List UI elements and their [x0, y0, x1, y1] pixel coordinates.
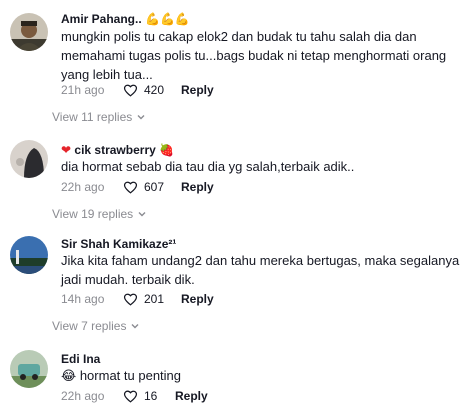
like-count: 420: [144, 83, 165, 97]
reply-button[interactable]: Reply: [181, 180, 214, 194]
reply-button[interactable]: Reply: [181, 292, 214, 306]
comment-time: 14h ago: [61, 292, 105, 306]
avatar-image: [10, 13, 48, 51]
avatar-image: [10, 236, 48, 274]
comment-text: Jika kita faham undang2 dan tahu mereka …: [61, 253, 460, 287]
comment-text: 😂 hormat tu penting: [61, 368, 182, 383]
chevron-down-icon: [137, 115, 145, 120]
like-count: 16: [144, 389, 158, 403]
view-replies-label: View 19 replies: [52, 207, 134, 221]
heart-icon: [123, 84, 138, 97]
reply-button[interactable]: Reply: [181, 83, 214, 97]
like-button[interactable]: 420: [123, 83, 181, 98]
comment-meta: 22h ago 16 Reply: [61, 387, 208, 405]
comment-time: 21h ago: [61, 83, 105, 97]
heart-icon: [123, 181, 138, 194]
view-replies-label: View 11 replies: [52, 110, 133, 124]
like-button[interactable]: 201: [123, 292, 181, 307]
comment-meta: 21h ago 420 Reply: [61, 81, 214, 99]
strawberry-emoji: 🍓: [159, 143, 175, 157]
comment-time: 22h ago: [61, 180, 105, 194]
comment-meta: 22h ago 607 Reply: [61, 178, 214, 196]
flexed-biceps-emoji: 💪💪💪: [145, 12, 190, 26]
avatar-image: [10, 350, 48, 388]
comment-username[interactable]: Sir Shah Kamikaze²¹: [61, 237, 176, 251]
comment-username[interactable]: Edi Ina: [61, 352, 100, 366]
view-replies-button[interactable]: View 19 replies: [52, 207, 147, 221]
comment-username[interactable]: ❤ cik strawberry 🍓: [61, 143, 174, 157]
red-heart-emoji: ❤: [61, 143, 72, 157]
comment-text: dia hormat sebab dia tau dia yg salah,te…: [61, 159, 355, 174]
avatar[interactable]: [10, 13, 48, 51]
reply-button[interactable]: Reply: [175, 389, 208, 403]
chevron-down-icon: [138, 212, 146, 217]
view-replies-label: View 7 replies: [52, 319, 127, 333]
like-count: 607: [144, 180, 165, 194]
like-button[interactable]: 607: [123, 180, 181, 195]
like-button[interactable]: 16: [123, 389, 175, 404]
view-replies-button[interactable]: View 7 replies: [52, 319, 140, 333]
view-replies-button[interactable]: View 11 replies: [52, 110, 146, 124]
comment-text: mungkin polis tu cakap elok2 dan budak t…: [61, 29, 447, 82]
heart-icon: [123, 293, 138, 306]
like-count: 201: [144, 292, 165, 306]
laughing-emoji: 😂: [61, 368, 77, 383]
avatar-image: [10, 140, 48, 178]
comment-username[interactable]: Amir Pahang.. 💪💪💪: [61, 12, 190, 26]
avatar[interactable]: [10, 140, 48, 178]
comment-meta: 14h ago 201 Reply: [61, 290, 214, 308]
chevron-down-icon: [131, 324, 139, 329]
comment-time: 22h ago: [61, 389, 105, 403]
avatar[interactable]: [10, 236, 48, 274]
avatar[interactable]: [10, 350, 48, 388]
heart-icon: [123, 390, 138, 403]
